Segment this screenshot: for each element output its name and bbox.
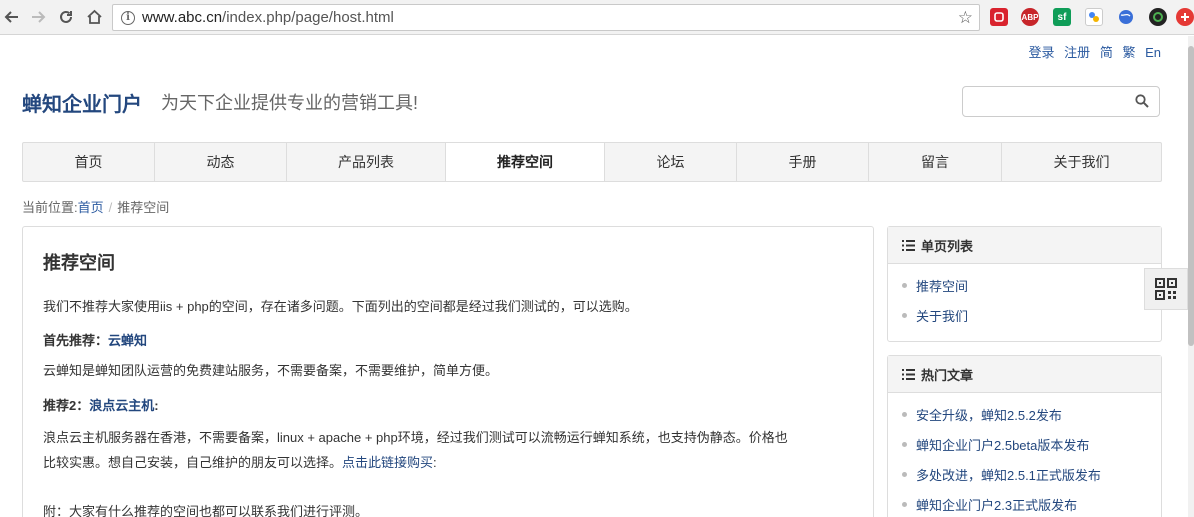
search-icon[interactable] <box>1135 94 1149 108</box>
breadcrumb-current: 推荐空间 <box>117 200 170 215</box>
browser-toolbar: i www.abc.cn/index.php/page/host.html ☆ … <box>0 0 1194 35</box>
nav-item-message[interactable]: 留言 <box>869 143 1002 181</box>
hot-articles-header: 热门文章 <box>888 356 1161 393</box>
site-brand[interactable]: 蝉知企业门户 <box>22 88 142 117</box>
register-link[interactable]: 注册 <box>1064 45 1090 60</box>
list-item: 多处改进，蝉知2.5.1正式版发布 <box>902 459 1161 489</box>
page-list-header: 单页列表 <box>888 227 1161 264</box>
bullet <box>902 282 907 288</box>
adblock-icon[interactable]: ABP <box>1021 8 1039 26</box>
recommend-2-colon: : <box>154 398 159 413</box>
page-scrollbar[interactable] <box>1188 36 1194 517</box>
sf-extension-icon[interactable]: sf <box>1053 8 1071 26</box>
search-input[interactable] <box>962 86 1160 117</box>
langdian-link[interactable]: 浪点云主机 <box>89 398 154 413</box>
bullet <box>902 501 907 507</box>
breadcrumb-separator: / <box>108 200 113 215</box>
list-icon <box>902 368 915 380</box>
home-icon[interactable] <box>84 7 104 27</box>
bookmark-star-icon[interactable]: ☆ <box>958 8 973 28</box>
article-footnote: 附：大家有什么推荐的空间也都可以联系我们进行评测。 <box>43 504 369 517</box>
hot-article-link[interactable]: 多处改进，蝉知2.5.1正式版发布 <box>916 465 1101 484</box>
list-item: 推荐空间 <box>902 270 1161 300</box>
recommend-2-desc-line1: 浪点云主机服务器在香港，不需要备案，linux + apache + php环境… <box>43 430 788 445</box>
simplified-chinese-link[interactable]: 简 <box>1100 45 1113 60</box>
hot-articles-title: 热门文章 <box>921 367 974 383</box>
nav-item-forum[interactable]: 论坛 <box>605 143 737 181</box>
translate-extension-icon[interactable] <box>1085 8 1103 26</box>
recommend-2-label: 推荐2： <box>43 398 90 413</box>
english-link[interactable]: En <box>1145 45 1161 60</box>
site-info-icon[interactable]: i <box>121 10 135 25</box>
qr-code-icon <box>1155 278 1177 300</box>
cloud-chanzhi-link[interactable]: 云蝉知 <box>108 333 147 348</box>
login-link[interactable]: 登录 <box>1029 45 1055 60</box>
qr-code-button[interactable] <box>1144 268 1188 310</box>
scrollbar-thumb[interactable] <box>1188 46 1194 346</box>
recommend-2: 推荐2：浪点云主机: <box>43 393 159 418</box>
list-item: 关于我们 <box>902 300 1161 330</box>
list-icon <box>902 239 915 251</box>
list-item: 蝉知企业门户2.5beta版本发布 <box>902 429 1161 459</box>
page-list-panel: 单页列表 推荐空间 关于我们 <box>887 226 1162 342</box>
top-links: 登录 注册 简 繁 En <box>1023 42 1161 61</box>
back-icon[interactable] <box>2 7 22 27</box>
page-link-about[interactable]: 关于我们 <box>916 306 968 325</box>
page-list: 推荐空间 关于我们 <box>888 264 1161 330</box>
bullet <box>902 471 907 477</box>
hot-articles-panel: 热门文章 安全升级，蝉知2.5.2发布 蝉知企业门户2.5beta版本发布 多处… <box>887 355 1162 517</box>
page-title: 推荐空间 <box>43 253 115 273</box>
bullet <box>902 411 907 417</box>
nav-item-manual[interactable]: 手册 <box>737 143 869 181</box>
hot-article-link[interactable]: 蝉知企业门户2.5beta版本发布 <box>916 435 1089 454</box>
forward-icon[interactable] <box>28 7 48 27</box>
recommend-1-label: 首先推荐： <box>43 333 109 348</box>
nav-item-news[interactable]: 动态 <box>155 143 287 181</box>
main-nav: 首页 动态 产品列表 推荐空间 论坛 手册 留言 关于我们 <box>22 142 1162 182</box>
recommend-2-desc: 浪点云主机服务器在香港，不需要备案，linux + apache + php环境… <box>43 425 855 475</box>
nav-item-about[interactable]: 关于我们 <box>1002 143 1161 181</box>
bullet <box>902 312 907 318</box>
nav-item-products[interactable]: 产品列表 <box>287 143 446 181</box>
hot-articles-list: 安全升级，蝉知2.5.2发布 蝉知企业门户2.5beta版本发布 多处改进，蝉知… <box>888 393 1161 517</box>
list-item: 蝉知企业门户2.3正式版发布 <box>902 489 1161 517</box>
bullet <box>902 441 907 447</box>
color-extension-icon[interactable] <box>1149 8 1167 26</box>
recommend-1-desc: 云蝉知是蝉知团队运营的免费建站服务，不需要备案，不需要维护，简单方便。 <box>43 363 499 378</box>
hot-article-link[interactable]: 安全升级，蝉知2.5.2发布 <box>916 405 1062 424</box>
article-panel: 推荐空间 我们不推荐大家使用iis + php的空间，存在诸多问题。下面列出的空… <box>22 226 874 517</box>
red-extension-icon[interactable] <box>1176 8 1194 26</box>
site-slogan: 为天下企业提供专业的营销工具! <box>161 93 418 113</box>
globe-extension-icon[interactable] <box>1117 8 1135 26</box>
address-bar[interactable]: i www.abc.cn/index.php/page/host.html ☆ <box>112 4 980 31</box>
breadcrumb: 当前位置:首页 / 推荐空间 <box>22 197 169 216</box>
address-url[interactable]: www.abc.cn/index.php/page/host.html <box>142 9 394 26</box>
list-item: 安全升级，蝉知2.5.2发布 <box>902 399 1161 429</box>
buy-link[interactable]: 点击此链接购买 <box>342 455 433 470</box>
reload-icon[interactable] <box>56 7 76 27</box>
recommend-2-desc-line2: 比较实惠。想自己安装，自己维护的朋友可以选择。 <box>43 455 343 470</box>
breadcrumb-home-link[interactable]: 首页 <box>78 200 104 215</box>
breadcrumb-prefix: 当前位置: <box>22 200 78 215</box>
page-link-hosting[interactable]: 推荐空间 <box>916 276 968 295</box>
extension-red-icon[interactable] <box>990 8 1008 26</box>
recommend-1: 首先推荐：云蝉知 <box>43 328 147 353</box>
recommend-2-desc-end: : <box>433 455 437 470</box>
nav-item-home[interactable]: 首页 <box>23 143 155 181</box>
article-intro: 我们不推荐大家使用iis + php的空间，存在诸多问题。下面列出的空间都是经过… <box>43 299 638 314</box>
hot-article-link[interactable]: 蝉知企业门户2.3正式版发布 <box>916 495 1077 514</box>
nav-item-hosting[interactable]: 推荐空间 <box>446 143 605 181</box>
traditional-chinese-link[interactable]: 繁 <box>1122 45 1135 60</box>
page-list-title: 单页列表 <box>921 238 974 254</box>
